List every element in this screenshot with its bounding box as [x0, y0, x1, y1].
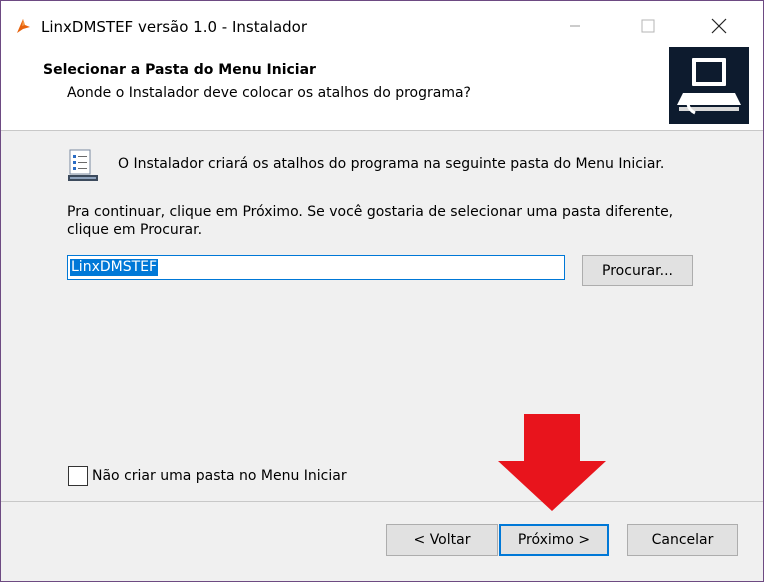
- next-button[interactable]: Próximo >: [499, 524, 609, 556]
- maximize-button[interactable]: [625, 1, 671, 51]
- close-icon: [711, 18, 727, 34]
- window-title: LinxDMSTEF versão 1.0 - Instalador: [41, 18, 308, 36]
- red-arrow-down-icon: [498, 414, 606, 511]
- info-text: O Instalador criará os atalhos do progra…: [118, 156, 665, 172]
- back-button[interactable]: < Voltar: [386, 524, 498, 556]
- minimize-icon: [570, 25, 580, 27]
- start-menu-shortcut-icon: [68, 149, 98, 181]
- close-button[interactable]: [696, 1, 742, 51]
- instruction-text-line-2: clique em Procurar.: [67, 222, 203, 238]
- installer-icon: [17, 19, 30, 33]
- start-menu-folder-input[interactable]: LinxDMSTEF: [67, 255, 565, 280]
- maximize-icon: [641, 19, 655, 33]
- folder-input-value: LinxDMSTEF: [70, 259, 159, 276]
- no-folder-checkbox-label[interactable]: Não criar uma pasta no Menu Iniciar: [92, 468, 347, 484]
- wizard-header: Selecionar a Pasta do Menu Iniciar Aonde…: [1, 47, 763, 131]
- title-bar[interactable]: LinxDMSTEF versão 1.0 - Instalador: [1, 1, 763, 51]
- page-subtitle: Aonde o Instalador deve colocar os atalh…: [67, 85, 471, 101]
- instruction-text-line-1: Pra continuar, clique em Próximo. Se voc…: [67, 204, 674, 220]
- browse-button[interactable]: Procurar...: [582, 255, 693, 286]
- footer-divider: [1, 501, 763, 502]
- installer-window: LinxDMSTEF versão 1.0 - Instalador Selec…: [0, 0, 764, 582]
- computer-install-icon: [669, 47, 749, 124]
- cancel-button[interactable]: Cancelar: [627, 524, 738, 556]
- no-folder-checkbox[interactable]: [68, 466, 88, 486]
- minimize-button[interactable]: [552, 1, 598, 51]
- page-title: Selecionar a Pasta do Menu Iniciar: [43, 62, 316, 78]
